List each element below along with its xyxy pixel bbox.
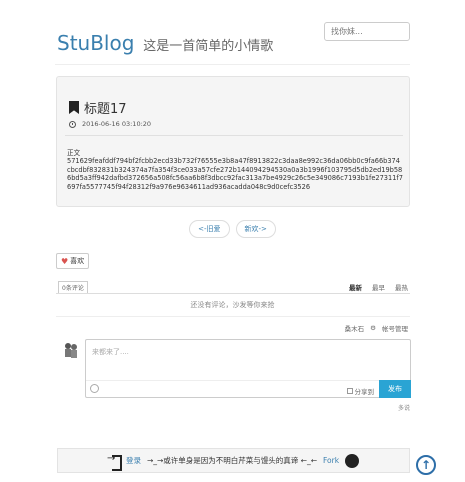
post-date-row: 2016-06-16 03:10:20 bbox=[69, 120, 151, 128]
like-label: 喜欢 bbox=[70, 257, 85, 265]
publish-button[interactable]: 发布 bbox=[379, 380, 411, 398]
bookmark-icon bbox=[69, 101, 79, 114]
account-bar: 桑木石 ⚙ 帐号管理 bbox=[345, 323, 408, 333]
avatar bbox=[65, 343, 77, 358]
footer: 登录 →_→或许单身是因为不明白芹菜与馒头的真谛 ←_← Fork bbox=[57, 448, 410, 473]
site-brand[interactable]: StuBlog bbox=[57, 31, 134, 55]
sort-oldest-tab[interactable]: 最早 bbox=[372, 282, 385, 292]
like-button[interactable]: ♥ 喜欢 bbox=[56, 253, 90, 269]
sort-hottest-tab[interactable]: 最热 bbox=[395, 282, 408, 292]
search-input[interactable] bbox=[324, 22, 410, 41]
post-divider bbox=[65, 135, 403, 136]
account-manage-link[interactable]: 帐号管理 bbox=[382, 323, 408, 333]
editor-toolbar: 分享到 发布 bbox=[86, 380, 411, 398]
prev-post-button[interactable]: <-旧爱 bbox=[189, 220, 230, 238]
gear-icon: ⚙ bbox=[370, 324, 376, 332]
header-divider bbox=[55, 64, 410, 65]
post-title: 标题17 bbox=[84, 102, 127, 117]
github-icon[interactable] bbox=[345, 453, 360, 468]
post-body: 正文 571629feafddf794bf2fcbb2ecd33b732f765… bbox=[67, 149, 403, 191]
site-header: StuBlog 这是一首简单的小情歌 bbox=[57, 31, 273, 55]
post-card: 标题17 2016-06-16 03:10:20 正文 571629feafdd… bbox=[56, 76, 410, 207]
comments-divider bbox=[56, 293, 410, 294]
comment-editor[interactable]: 来都来了.... 分享到 发布 bbox=[85, 339, 411, 398]
site-tagline: 这是一首简单的小情歌 bbox=[143, 39, 274, 54]
share-toggle[interactable]: 分享到 bbox=[346, 386, 375, 396]
post-title-row: 标题17 bbox=[69, 98, 127, 117]
pager: <-旧爱 新欢-> bbox=[0, 220, 465, 238]
sort-newest-tab[interactable]: 最新 bbox=[349, 282, 362, 292]
comment-sort-tabs: 最新 最早 最热 bbox=[349, 282, 408, 292]
login-icon[interactable] bbox=[107, 453, 122, 471]
comments-divider-2 bbox=[56, 316, 410, 317]
comment-textarea[interactable]: 来都来了.... bbox=[92, 347, 129, 357]
post-date: 2016-06-16 03:10:20 bbox=[82, 120, 152, 128]
current-user-name[interactable]: 桑木石 bbox=[345, 323, 365, 333]
comment-provider-link[interactable]: 多说 bbox=[398, 403, 410, 412]
fork-link[interactable]: Fork bbox=[323, 456, 339, 465]
heart-icon: ♥ bbox=[61, 256, 69, 266]
empty-comments-message: 还没有评论，沙发等你来抢 bbox=[190, 301, 275, 309]
clock-icon bbox=[69, 120, 76, 128]
footer-motto: →_→或许单身是因为不明白芹菜与馒头的真谛 ←_← bbox=[146, 456, 317, 465]
next-post-button[interactable]: 新欢-> bbox=[235, 220, 276, 238]
share-checkbox[interactable] bbox=[346, 388, 353, 394]
share-label: 分享到 bbox=[354, 388, 375, 396]
login-link[interactable]: 登录 bbox=[126, 455, 141, 466]
smiley-icon[interactable] bbox=[90, 384, 99, 393]
back-to-top-icon[interactable]: ↑ bbox=[416, 455, 436, 475]
